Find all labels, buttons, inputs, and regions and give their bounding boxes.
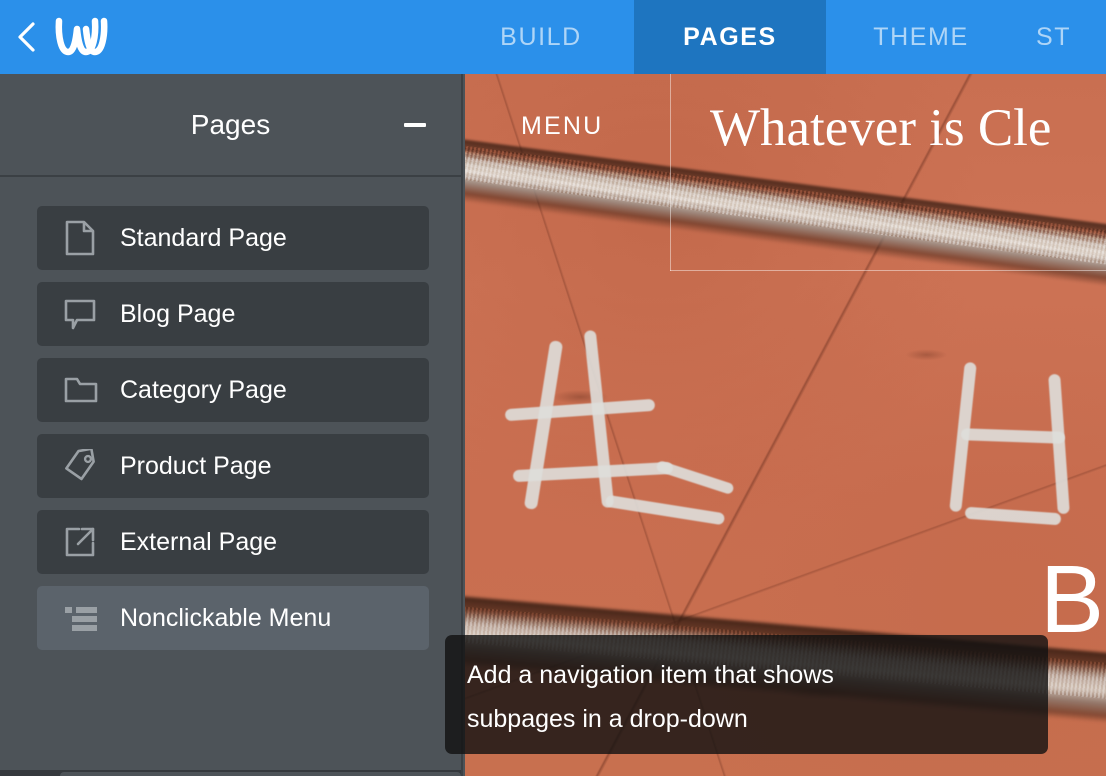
list-indent-icon xyxy=(64,605,110,631)
minus-icon[interactable] xyxy=(402,112,428,138)
layout-guide-horizontal xyxy=(670,270,1106,271)
tab-store[interactable]: ST xyxy=(1016,0,1106,74)
sidebar-header: Pages xyxy=(0,74,461,177)
weebly-logo-icon[interactable] xyxy=(54,15,108,59)
sidebar-item-label: Nonclickable Menu xyxy=(120,603,332,632)
preview-site-heading[interactable]: Whatever is Cle xyxy=(710,98,1051,158)
sidebar-item-external-page[interactable]: External Page xyxy=(37,510,429,574)
speech-bubble-icon xyxy=(64,298,110,330)
preview-corner-letter: B xyxy=(1039,546,1104,653)
app-header: BUILD PAGES THEME ST xyxy=(0,0,1106,74)
sidebar-item-label: Product Page xyxy=(120,451,272,480)
sidebar-bottom-divider xyxy=(0,770,461,776)
tab-pages[interactable]: PAGES xyxy=(634,0,826,74)
sidebar-item-standard-page[interactable]: Standard Page xyxy=(37,206,429,270)
external-link-icon xyxy=(64,526,110,558)
sidebar-item-label: External Page xyxy=(120,527,278,556)
bottom-panel-peek xyxy=(60,772,461,776)
sidebar-item-label: Category Page xyxy=(120,375,287,404)
sidebar-item-category-page[interactable]: Category Page xyxy=(37,358,429,422)
tab-build[interactable]: BUILD xyxy=(448,0,634,74)
sidebar-item-label: Blog Page xyxy=(120,299,236,328)
tab-theme[interactable]: THEME xyxy=(826,0,1016,74)
layout-guide-vertical xyxy=(670,74,671,271)
preview-menu-label[interactable]: MENU xyxy=(521,112,603,141)
tooltip-text: Add a navigation item that shows subpage… xyxy=(467,661,834,733)
tag-icon xyxy=(64,449,110,483)
header-tabs: BUILD PAGES THEME ST xyxy=(448,0,1106,74)
page-title: Pages xyxy=(190,109,271,140)
back-button[interactable] xyxy=(14,20,40,54)
sidebar-item-nonclickable-menu[interactable]: Nonclickable Menu xyxy=(37,586,429,650)
sidebar-item-blog-page[interactable]: Blog Page xyxy=(37,282,429,346)
header-left-group xyxy=(0,0,448,74)
document-icon xyxy=(64,220,110,256)
sidebar-item-product-page[interactable]: Product Page xyxy=(37,434,429,498)
folder-icon xyxy=(64,376,110,404)
sidebar-item-label: Standard Page xyxy=(120,223,287,252)
pages-sidebar: Pages Standard Page Blog Page Category P… xyxy=(0,74,463,776)
page-type-list: Standard Page Blog Page Category Page Pr… xyxy=(0,177,461,650)
tooltip: Add a navigation item that shows subpage… xyxy=(445,635,1048,754)
